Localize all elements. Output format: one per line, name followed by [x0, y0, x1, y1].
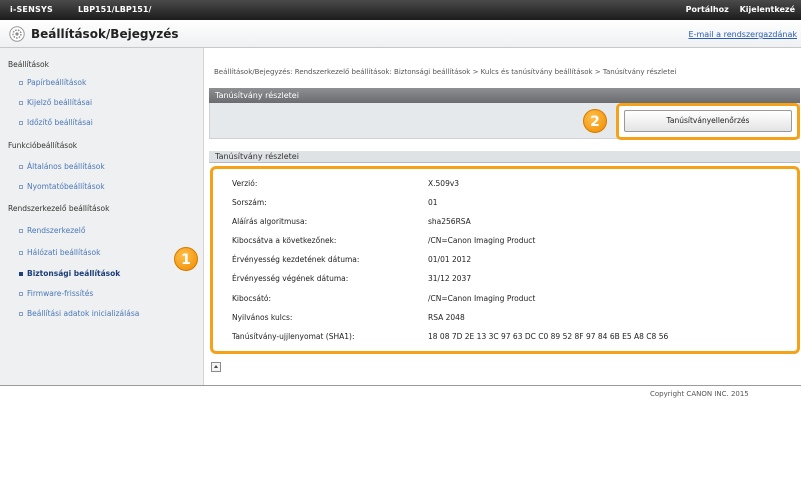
- detail-label-signature-algorithm: Aláírás algoritmusa:: [232, 217, 308, 226]
- bullet-icon: [19, 165, 23, 169]
- detail-value-public-key: RSA 2048: [428, 313, 465, 322]
- sidebar-section-system-management: Rendszerkezelő beállítások: [8, 204, 110, 213]
- footer-divider: [0, 385, 801, 386]
- sidebar: Beállítások Papírbeállítások Kijelző beá…: [0, 48, 204, 385]
- detail-label-public-key: Nyilvános kulcs:: [232, 313, 293, 322]
- sidebar-item-printer-settings[interactable]: Nyomtatóbeállítások: [19, 182, 105, 191]
- sidebar-item-system-manager[interactable]: Rendszerkezelő: [19, 226, 85, 235]
- sidebar-item-initialize-settings[interactable]: Beállítási adatok inicializálása: [19, 309, 139, 318]
- sidebar-item-firmware-update[interactable]: Firmware-frissítés: [19, 289, 93, 298]
- callout-2: 2: [583, 109, 607, 133]
- callout-1: 1: [174, 247, 198, 271]
- mail-admin-link[interactable]: E-mail a rendszergazdának: [689, 30, 797, 39]
- brand-logo: i-SENSYS: [10, 5, 53, 14]
- model-name: LBP151/LBP151/: [78, 5, 152, 14]
- sidebar-item-paper-settings[interactable]: Papírbeállítások: [19, 78, 86, 87]
- detail-value-issued-to: /CN=Canon Imaging Product: [428, 236, 536, 245]
- bullet-icon: [19, 272, 23, 276]
- back-to-top-icon[interactable]: [211, 362, 221, 372]
- detail-label-thumbprint: Tanúsítvány-ujjlenyomat (SHA1):: [232, 332, 355, 341]
- sidebar-item-general-settings[interactable]: Általános beállítások: [19, 162, 105, 171]
- detail-label-valid-to: Érvényesség végének dátuma:: [232, 274, 349, 283]
- sidebar-item-timer-settings[interactable]: Időzítő beállításai: [19, 118, 93, 127]
- panel-header-certificate-details: Tanúsítvány részletei: [209, 151, 800, 163]
- detail-value-valid-to: 31/12 2037: [428, 274, 472, 283]
- sidebar-section-settings: Beállítások: [8, 60, 49, 69]
- top-bar: i-SENSYS LBP151/LBP151/ Portálhoz Kijele…: [0, 0, 801, 20]
- page-title: Beállítások/Bejegyzés: [31, 27, 179, 41]
- detail-value-signature-algorithm: sha256RSA: [428, 217, 471, 226]
- certificate-verification-button[interactable]: Tanúsítványellenőrzés: [624, 110, 792, 132]
- detail-value-thumbprint: 18 08 7D 2E 13 3C 97 63 DC C0 89 52 8F 9…: [428, 332, 669, 341]
- bullet-icon: [19, 121, 23, 125]
- bullet-icon: [19, 292, 23, 296]
- bullet-icon: [19, 229, 23, 233]
- bullet-icon: [19, 251, 23, 255]
- detail-value-issuer: /CN=Canon Imaging Product: [428, 294, 536, 303]
- portal-link[interactable]: Portálhoz: [686, 5, 729, 14]
- logout-link[interactable]: Kijelentkezé: [740, 5, 795, 14]
- panel-header-certificate: Tanúsítvány részletei: [209, 88, 800, 103]
- detail-label-valid-from: Érvényesség kezdetének dátuma:: [232, 255, 360, 264]
- bullet-icon: [19, 312, 23, 316]
- page-header: Beállítások/Bejegyzés E-mail a rendszerg…: [0, 20, 801, 48]
- bullet-icon: [19, 185, 23, 189]
- detail-value-valid-from: 01/01 2012: [428, 255, 472, 264]
- bullet-icon: [19, 101, 23, 105]
- sidebar-item-security-settings[interactable]: Biztonsági beállítások: [19, 269, 120, 278]
- detail-label-serial: Sorszám:: [232, 198, 267, 207]
- breadcrumb: Beállítások/Bejegyzés: Rendszerkezelő be…: [214, 68, 677, 76]
- detail-value-serial: 01: [428, 198, 438, 207]
- gear-icon: [9, 26, 25, 42]
- detail-label-issued-to: Kibocsátva a következőnek:: [232, 236, 337, 245]
- top-links: Portálhoz Kijelentkezé: [678, 5, 795, 14]
- detail-value-version: X.509v3: [428, 179, 460, 188]
- sidebar-item-display-settings[interactable]: Kijelző beállításai: [19, 98, 92, 107]
- detail-label-version: Verzió:: [232, 179, 258, 188]
- copyright-text: Copyright CANON INC. 2015: [650, 390, 749, 398]
- bullet-icon: [19, 81, 23, 85]
- sidebar-section-function-settings: Funkcióbeállítások: [8, 141, 78, 150]
- sidebar-item-network-settings[interactable]: Hálózati beállítások: [19, 248, 100, 257]
- detail-label-issuer: Kibocsátó:: [232, 294, 272, 303]
